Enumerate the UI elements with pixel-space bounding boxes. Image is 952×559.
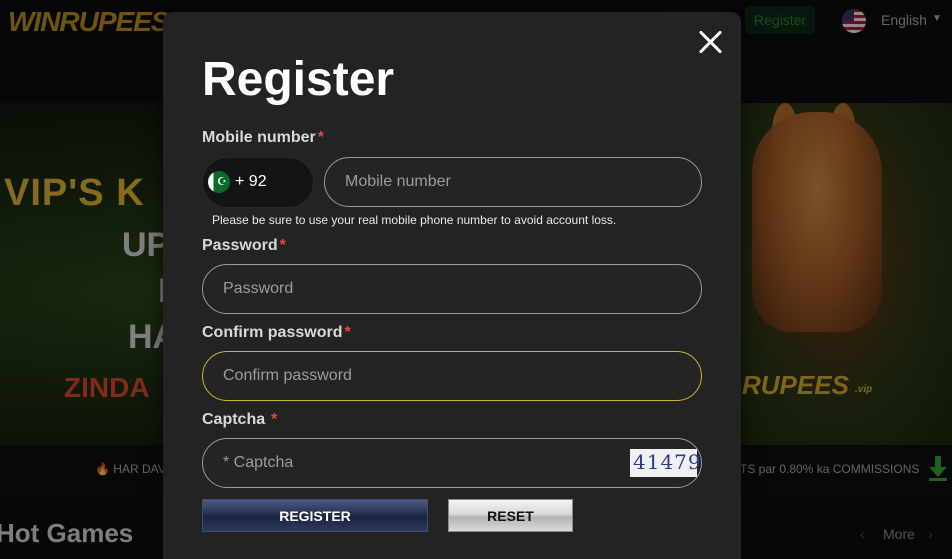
captcha-image[interactable]: 41479 bbox=[630, 449, 701, 477]
required-asterisk: * bbox=[271, 411, 278, 428]
page: WINRUPEES Register English ▼ VIP'S K UP … bbox=[0, 0, 952, 559]
captcha-label: Captcha * bbox=[202, 411, 278, 428]
modal-title: Register bbox=[202, 53, 395, 106]
confirm-password-input[interactable] bbox=[202, 351, 702, 401]
confirm-password-label: Confirm password * bbox=[202, 324, 351, 341]
captcha-input[interactable] bbox=[202, 438, 702, 488]
pakistan-flag-icon: ☪ bbox=[208, 171, 230, 193]
country-code: + 92 bbox=[235, 173, 267, 190]
password-label: Password * bbox=[202, 237, 286, 254]
close-icon[interactable] bbox=[697, 28, 725, 56]
required-asterisk: * bbox=[344, 324, 351, 341]
reset-button[interactable]: RESET bbox=[448, 499, 573, 532]
required-asterisk: * bbox=[279, 237, 286, 254]
mobile-number-input[interactable] bbox=[324, 157, 702, 207]
password-input[interactable] bbox=[202, 264, 702, 314]
required-asterisk: * bbox=[317, 129, 325, 146]
mobile-hint-text: Please be sure to use your real mobile p… bbox=[212, 213, 617, 227]
mobile-number-label: Mobile number * bbox=[202, 129, 325, 146]
register-button[interactable]: REGISTER bbox=[202, 499, 428, 532]
